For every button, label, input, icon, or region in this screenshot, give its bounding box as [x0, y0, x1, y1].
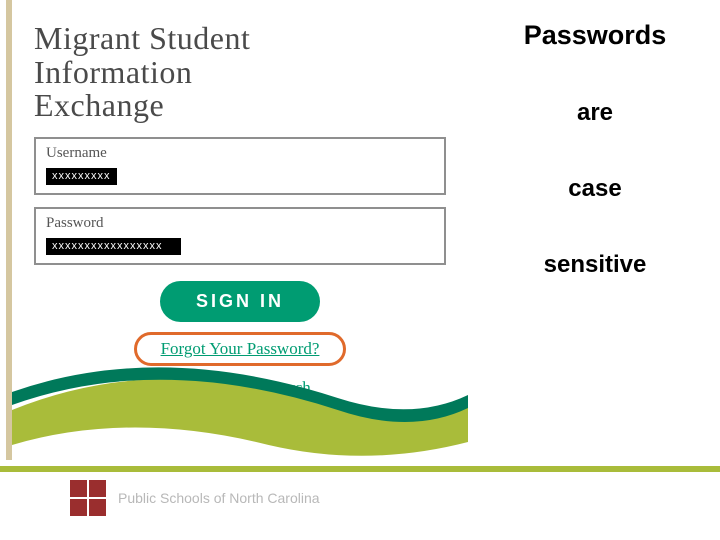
reminder-word-1: Passwords [480, 20, 710, 51]
password-value: xxxxxxxxxxxxxxxxx [46, 238, 181, 255]
reminder-word-4: sensitive [480, 251, 710, 279]
forgot-password-link[interactable]: Forgot Your Password? [161, 339, 320, 358]
reminder-word-3: case [480, 175, 710, 203]
username-field[interactable]: Username xxxxxxxxx [34, 137, 446, 195]
signin-button[interactable]: SIGN IN [160, 281, 320, 322]
footer-org-name: Public Schools of North Carolina [118, 490, 320, 506]
forgot-password-row: Forgot Your Password? [34, 332, 446, 366]
state-contact-row: State Contact Search [34, 378, 446, 398]
footer-logo-icon [70, 480, 106, 516]
login-title-line3: Exchange [34, 89, 446, 123]
username-value: xxxxxxxxx [46, 168, 117, 185]
password-label: Password [46, 215, 434, 232]
username-label: Username [46, 145, 434, 162]
signin-row: SIGN IN [34, 281, 446, 322]
footer: Public Schools of North Carolina [70, 480, 320, 516]
reminder-word-2: are [480, 99, 710, 127]
login-title-line1: Migrant Student [34, 22, 446, 56]
forgot-password-highlight: Forgot Your Password? [134, 332, 347, 366]
slide: Migrant Student Information Exchange Use… [0, 0, 720, 540]
reminder-text: Passwords are case sensitive [480, 20, 710, 327]
login-title-line2: Information [34, 56, 446, 90]
state-contact-link[interactable]: State Contact Search [169, 378, 311, 397]
login-screenshot: Migrant Student Information Exchange Use… [6, 0, 468, 460]
login-form: Username xxxxxxxxx Password xxxxxxxxxxxx… [12, 133, 468, 398]
password-field[interactable]: Password xxxxxxxxxxxxxxxxx [34, 207, 446, 265]
login-title-block: Migrant Student Information Exchange [12, 0, 468, 133]
divider-bar [0, 466, 720, 472]
